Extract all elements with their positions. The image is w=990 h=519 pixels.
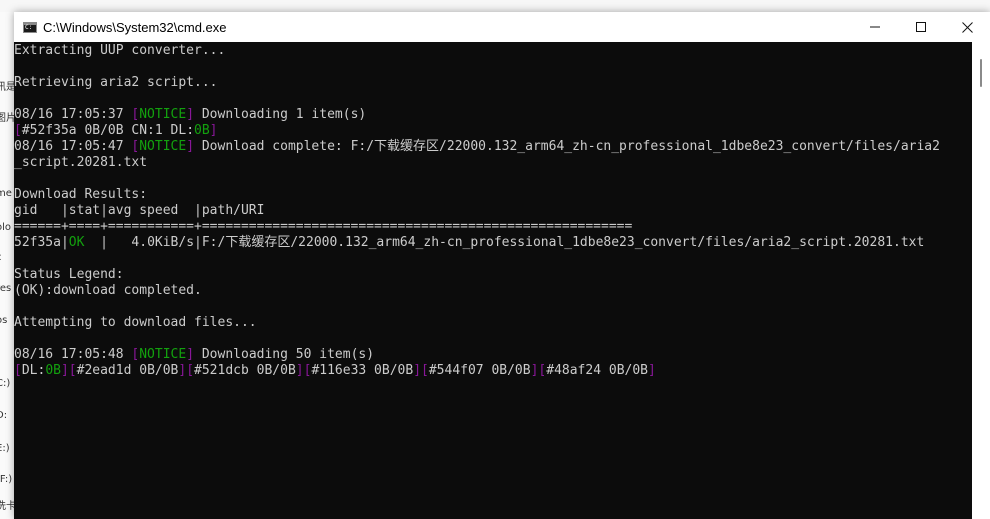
- console-text: ][: [530, 363, 547, 378]
- console-text: ]: [186, 107, 195, 122]
- console-line: Retrieving aria2 script...: [14, 75, 940, 91]
- console-text: Retrieving aria2 script...: [14, 75, 218, 90]
- background-explorer-sidebar: 讯是图片 me olo c res os C:) D: E:) (F:) 洗卡: [0, 12, 14, 519]
- background-sidebar-label: me: [0, 188, 12, 199]
- console-text: ][: [178, 363, 195, 378]
- console-text: #116e33 0B/0B: [311, 363, 414, 378]
- console-text: 08/16 17:05:48: [14, 347, 132, 362]
- console-lines: Extracting UUP converter... Retrieving ar…: [14, 43, 940, 379]
- console-text: Attempting to download files...: [14, 315, 257, 330]
- background-sidebar-label: olo: [0, 222, 12, 233]
- console-text: gid |stat|avg speed |path/URI: [14, 203, 265, 218]
- background-sidebar-label: E:): [0, 443, 10, 454]
- console-text: ]: [648, 363, 656, 378]
- console-line: (OK):download completed.: [14, 283, 940, 299]
- console-line: 08/16 17:05:48 [NOTICE] Downloading 50 i…: [14, 347, 940, 363]
- console-text: 08/16 17:05:37: [14, 107, 132, 122]
- console-output[interactable]: Extracting UUP converter... Retrieving ar…: [14, 42, 972, 519]
- maximize-button[interactable]: [898, 12, 944, 42]
- console-text: [: [14, 363, 22, 378]
- console-text: Extracting UUP converter...: [14, 43, 226, 58]
- background-sidebar-label: 图片: [0, 113, 14, 124]
- console-text: Downloading 1 item(s): [194, 107, 367, 122]
- background-sidebar-label: 洗卡: [0, 501, 14, 512]
- console-text: 0B: [45, 363, 61, 378]
- console-text: ]: [209, 123, 218, 138]
- background-sidebar-label: c: [0, 252, 2, 263]
- console-text: 52f35a|: [14, 235, 69, 250]
- console-text: Download complete: F:/下载缓存区/22000.132_ar…: [194, 139, 940, 154]
- cmd-icon[interactable]: [23, 21, 37, 33]
- background-sidebar-label: (F:): [0, 474, 13, 485]
- console-text: OK: [68, 235, 85, 250]
- maximize-icon: [916, 22, 926, 32]
- background-sidebar-label: D:: [0, 410, 8, 421]
- console-line: Extracting UUP converter...: [14, 43, 940, 59]
- console-text: ][: [60, 363, 77, 378]
- console-text: ======+====+===========+================…: [14, 219, 633, 234]
- console-text: NOTICE: [139, 139, 187, 154]
- console-line: Download Results:: [14, 187, 940, 203]
- close-button[interactable]: [944, 12, 990, 42]
- minimize-button[interactable]: [852, 12, 898, 42]
- console-text: #544f07 0B/0B: [428, 363, 531, 378]
- console-text: #48af24 0B/0B: [546, 363, 648, 378]
- scrollbar-thumb[interactable]: [980, 59, 982, 87]
- console-line: 52f35a|OK | 4.0KiB/s|F:/下载缓存区/22000.132_…: [14, 235, 940, 251]
- cmd-window: C:\Windows\System32\cmd.exe Extracting: [14, 12, 990, 519]
- console-line: Status Legend:: [14, 267, 940, 283]
- window-title: C:\Windows\System32\cmd.exe: [43, 19, 227, 35]
- title-bar[interactable]: C:\Windows\System32\cmd.exe: [14, 12, 990, 42]
- console-text: #52f35a 0B/0B CN:1 DL:: [21, 123, 195, 138]
- console-text: #2ead1d 0B/0B: [76, 363, 179, 378]
- background-sidebar-label: res: [0, 283, 12, 294]
- console-text: ]: [186, 139, 195, 154]
- console-line: gid |stat|avg speed |path/URI: [14, 203, 940, 219]
- console-line: 08/16 17:05:47 [NOTICE] Download complet…: [14, 139, 940, 155]
- console-text: | 4.0KiB/s|F:/下载缓存区/22000.132_arm64_zh-c…: [84, 235, 925, 250]
- console-text: Downloading 50 item(s): [194, 347, 375, 362]
- window-controls: [852, 12, 990, 42]
- console-line: [DL:0B][#2ead1d 0B/0B][#521dcb 0B/0B][#1…: [14, 363, 940, 379]
- console-text: Download Results:: [14, 187, 148, 202]
- background-sidebar-label: os: [0, 315, 8, 326]
- background-sidebar-label: C:): [0, 378, 11, 389]
- console-text: NOTICE: [139, 107, 187, 122]
- console-text: ]: [186, 347, 195, 362]
- console-text: #521dcb 0B/0B: [194, 363, 296, 378]
- background-sidebar-label: 讯是: [0, 82, 14, 93]
- console-text: ][: [413, 363, 429, 378]
- console-text: DL:: [21, 363, 46, 378]
- console-text: ][: [295, 363, 312, 378]
- close-icon: [961, 21, 973, 33]
- console-line: ======+====+===========+================…: [14, 219, 940, 235]
- console-line: _script.20281.txt: [14, 155, 940, 171]
- console-text: _script.20281.txt: [14, 155, 148, 170]
- minimize-icon: [870, 26, 880, 28]
- console-line: [#52f35a 0B/0B CN:1 DL:0B]: [14, 123, 940, 139]
- console-text: 08/16 17:05:47: [14, 139, 132, 154]
- console-text: NOTICE: [139, 347, 187, 362]
- console-line: 08/16 17:05:37 [NOTICE] Downloading 1 it…: [14, 107, 940, 123]
- console-text: (OK):download completed.: [14, 283, 202, 298]
- console-text: Status Legend:: [14, 267, 124, 282]
- console-text: [: [14, 123, 22, 138]
- console-line: Attempting to download files...: [14, 315, 940, 331]
- console-text: 0B: [194, 123, 210, 138]
- vertical-scrollbar[interactable]: [972, 42, 990, 519]
